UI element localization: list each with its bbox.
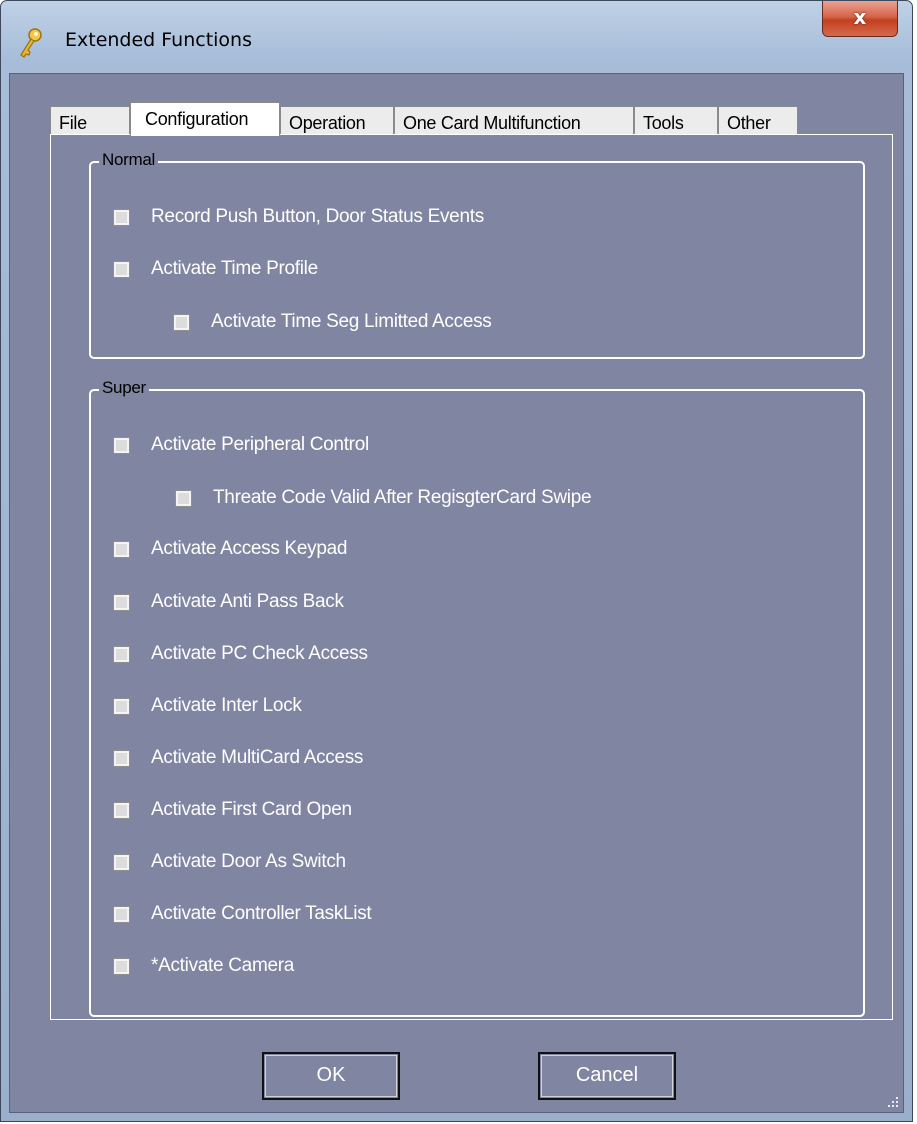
- checkbox[interactable]: [113, 646, 130, 663]
- option-label: Threate Code Valid After RegisgterCard S…: [213, 487, 592, 508]
- option-label: Activate First Card Open: [151, 799, 352, 820]
- tab-tools[interactable]: Tools: [634, 106, 718, 134]
- option-label: Activate Access Keypad: [151, 538, 348, 559]
- key-icon: [20, 28, 42, 58]
- title-bar[interactable]: Extended Functions x: [1, 1, 912, 73]
- option-label: Activate Inter Lock: [151, 695, 302, 716]
- close-icon: x: [853, 5, 867, 29]
- option-label: Record Push Button, Door Status Events: [151, 206, 484, 227]
- window-title: Extended Functions: [65, 29, 252, 51]
- checkbox[interactable]: [113, 698, 130, 715]
- checkbox[interactable]: [113, 541, 130, 558]
- cancel-button[interactable]: Cancel: [538, 1052, 676, 1100]
- checkbox[interactable]: [113, 906, 130, 923]
- checkbox[interactable]: [113, 209, 130, 226]
- tab-file[interactable]: File: [50, 106, 130, 134]
- tab-one-card-multifunction[interactable]: One Card Multifunction: [394, 106, 634, 134]
- option-label: Activate Door As Switch: [151, 851, 346, 872]
- normal-group: Normal Record Push Button, Door Status E…: [89, 150, 865, 359]
- checkbox[interactable]: [113, 437, 130, 454]
- normal-group-title: Normal: [99, 150, 158, 170]
- checkbox[interactable]: [113, 750, 130, 767]
- option-label: Activate Time Seg Limitted Access: [211, 311, 492, 332]
- extended-functions-window: Extended Functions x File Configuration …: [0, 0, 913, 1122]
- checkbox[interactable]: [175, 490, 192, 507]
- super-group-title: Super: [99, 378, 149, 398]
- option-label: Activate Peripheral Control: [151, 434, 369, 455]
- tab-other[interactable]: Other: [718, 106, 798, 134]
- close-button[interactable]: x: [822, 1, 898, 37]
- tab-operation[interactable]: Operation: [280, 106, 394, 134]
- option-label: Activate Anti Pass Back: [151, 591, 344, 612]
- ok-button[interactable]: OK: [262, 1052, 400, 1100]
- checkbox[interactable]: [113, 802, 130, 819]
- option-label: Activate MultiCard Access: [151, 747, 364, 768]
- option-label: Activate PC Check Access: [151, 643, 368, 664]
- checkbox[interactable]: [113, 594, 130, 611]
- checkbox[interactable]: [173, 314, 190, 331]
- tab-configuration[interactable]: Configuration: [130, 102, 280, 136]
- checkbox[interactable]: [113, 958, 130, 975]
- configuration-tab-page: Normal Record Push Button, Door Status E…: [50, 134, 893, 1020]
- client-area: File Configuration Operation One Card Mu…: [9, 73, 904, 1113]
- option-label: *Activate Camera: [151, 955, 295, 976]
- checkbox[interactable]: [113, 854, 130, 871]
- checkbox[interactable]: [113, 261, 130, 278]
- option-label: Activate Controller TaskList: [151, 903, 372, 924]
- option-label: Activate Time Profile: [151, 258, 318, 279]
- super-group: Super Activate Peripheral Control Threat…: [89, 378, 865, 1017]
- resize-grip-icon[interactable]: [885, 1094, 899, 1108]
